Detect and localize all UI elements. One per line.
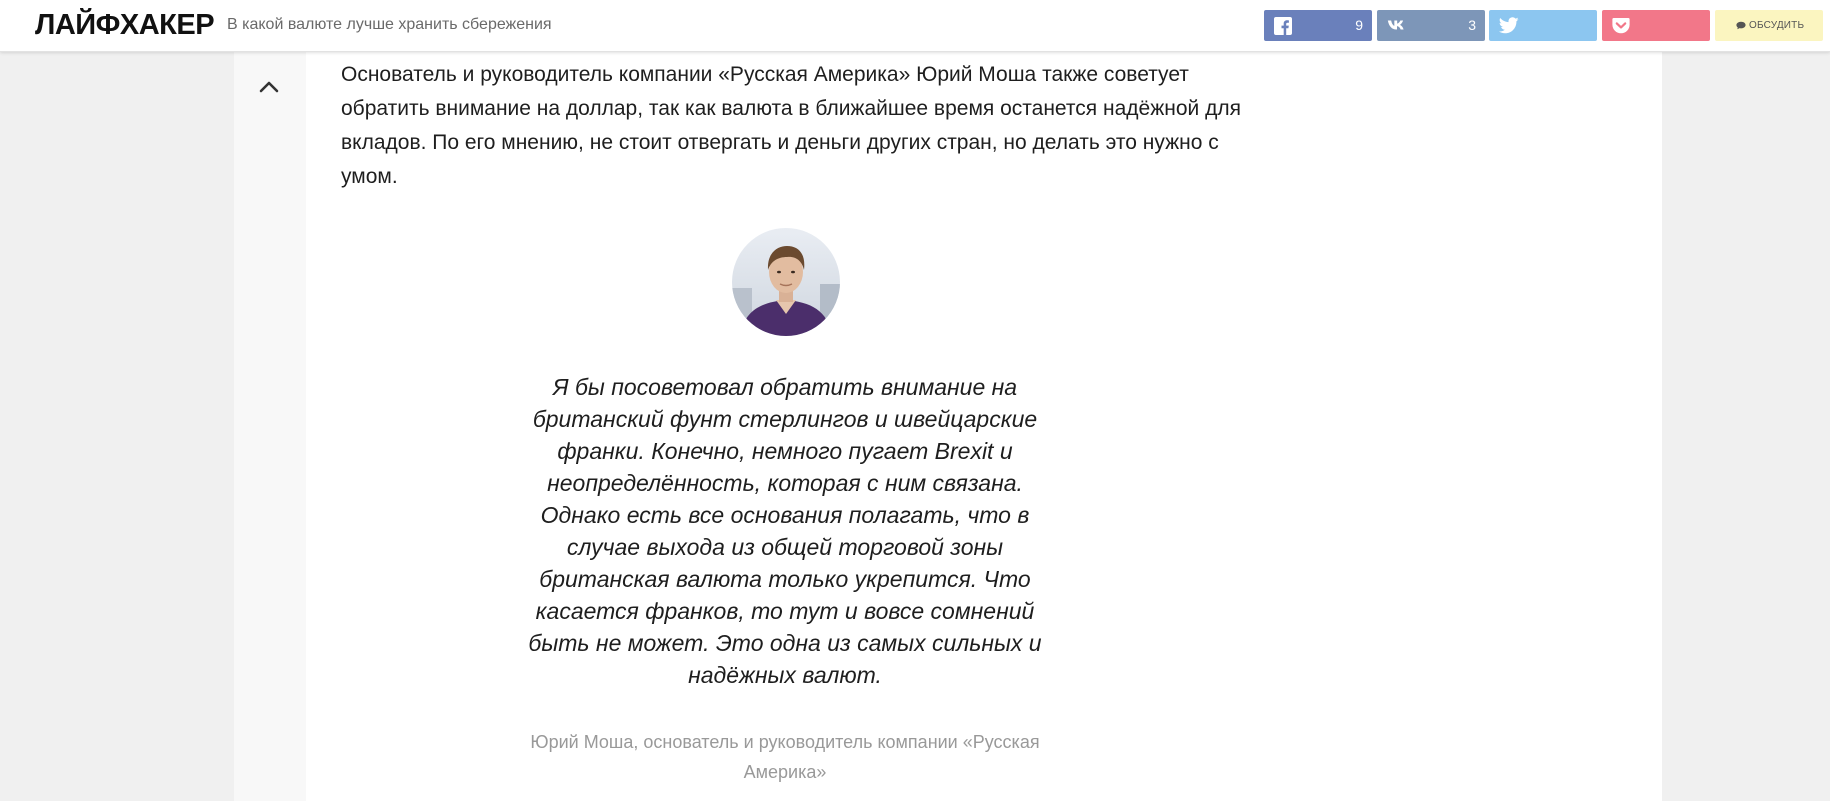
expert-photo-image (732, 228, 840, 336)
article-headline: В какой валюте лучше хранить сбережения (227, 16, 552, 33)
twitter-icon (1499, 17, 1519, 34)
discuss-button[interactable]: ОБСУДИТЬ (1715, 10, 1823, 41)
site-header: ЛАЙФХАКЕР В какой валюте лучше хранить с… (0, 0, 1830, 52)
vk-share-button[interactable]: 3 (1377, 10, 1485, 41)
expert-quote: Я бы посоветовал обратить внимание на бр… (528, 374, 1042, 688)
facebook-icon (1274, 17, 1292, 35)
vk-share-count: 3 (1468, 17, 1476, 33)
article-paragraph: Основатель и руководитель компании «Русс… (341, 63, 1241, 188)
expert-avatar (732, 228, 840, 336)
scroll-to-top-icon[interactable] (257, 77, 281, 95)
pocket-icon (1612, 18, 1630, 34)
pocket-share-button[interactable] (1602, 10, 1710, 41)
discuss-label: ОБСУДИТЬ (1749, 20, 1805, 31)
facebook-share-button[interactable]: 9 (1264, 10, 1372, 41)
quote-attribution: Юрий Моша, основатель и руководитель ком… (530, 732, 1040, 782)
left-rail (234, 52, 306, 801)
comment-icon (1736, 21, 1746, 30)
vk-icon (1387, 20, 1404, 30)
site-logo[interactable]: ЛАЙФХАКЕР (35, 9, 215, 41)
twitter-share-button[interactable] (1489, 10, 1597, 41)
facebook-share-count: 9 (1355, 17, 1363, 33)
